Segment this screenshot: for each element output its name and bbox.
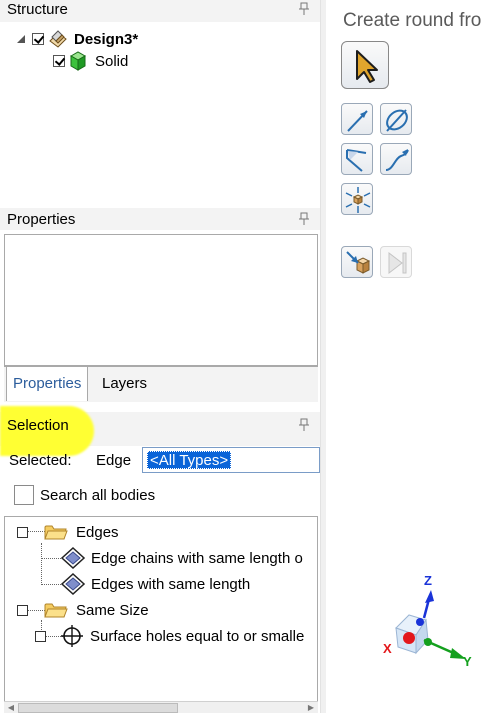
selection-panel-title: Selection xyxy=(7,417,69,434)
y-axis-label: Y xyxy=(463,654,472,669)
tab-properties[interactable]: Properties xyxy=(6,367,89,401)
structure-panel-header: Structure xyxy=(0,0,320,22)
design-visibility-checkbox[interactable] xyxy=(32,33,44,45)
list-item-label: Edges xyxy=(76,523,119,541)
selected-type-value: Edge xyxy=(96,452,132,469)
z-axis-knob xyxy=(416,618,424,626)
edge-arrow-icon xyxy=(347,110,368,132)
expander-box[interactable] xyxy=(17,526,28,538)
x-axis-label: X xyxy=(383,641,392,656)
tab-layers[interactable]: Layers xyxy=(96,367,153,401)
solid-name-label: Solid xyxy=(95,52,129,70)
tree-connector xyxy=(41,543,42,585)
pin-icon[interactable] xyxy=(298,212,310,226)
properties-tab-strip: Properties Layers xyxy=(4,366,318,402)
list-item[interactable]: Edges with same length xyxy=(61,573,250,595)
design-name-label: Design3* xyxy=(74,30,139,48)
scroll-right-icon[interactable]: ▶ xyxy=(304,702,318,713)
list-item[interactable]: Surface holes equal to or smalle xyxy=(35,625,304,647)
pin-icon[interactable] xyxy=(298,2,310,16)
axis-triad[interactable]: Z X Y xyxy=(376,568,476,672)
tree-connector xyxy=(41,558,63,559)
list-item-label: Same Size xyxy=(76,601,149,619)
search-all-bodies-row[interactable]: Search all bodies xyxy=(14,483,155,507)
arrow-cursor-icon xyxy=(356,50,378,83)
select-edge-tool-button[interactable] xyxy=(341,103,373,135)
y-axis-knob xyxy=(424,638,432,646)
diamond-selection-icon xyxy=(61,547,85,569)
select-tool-button[interactable] xyxy=(341,41,389,89)
properties-panel-title: Properties xyxy=(7,211,76,228)
solid-visibility-checkbox[interactable] xyxy=(53,55,65,67)
properties-panel-header: Properties xyxy=(0,208,320,230)
diamond-selection-icon xyxy=(61,573,85,595)
select-loop-tool-button[interactable] xyxy=(380,103,412,135)
list-item-label: Edge chains with same length o xyxy=(91,549,303,567)
z-axis-arrow-icon xyxy=(425,590,434,603)
select-body-tool-button[interactable] xyxy=(341,246,373,278)
tree-item-design3[interactable]: Design3* xyxy=(16,29,138,49)
selection-results-list: Edges Edge chains with same length o Edg… xyxy=(4,516,318,713)
pin-icon[interactable] xyxy=(298,418,310,432)
scrollbar-thumb[interactable] xyxy=(18,703,178,713)
z-axis-label: Z xyxy=(424,573,432,588)
complete-button[interactable] xyxy=(380,246,412,278)
selection-type-filter[interactable]: <All Types> xyxy=(142,447,320,473)
collapse-triangle-icon[interactable] xyxy=(16,34,26,44)
x-axis-dot xyxy=(403,632,415,644)
folder-icon xyxy=(44,525,68,540)
search-all-bodies-label: Search all bodies xyxy=(40,486,156,504)
structure-panel-title: Structure xyxy=(7,1,68,18)
list-item[interactable]: Edges xyxy=(17,521,119,543)
next-step-icon xyxy=(388,251,407,275)
select-chain-tool-button[interactable] xyxy=(341,143,373,175)
search-all-bodies-checkbox[interactable] xyxy=(14,485,34,505)
horizontal-scrollbar[interactable]: ◀ ▶ xyxy=(4,701,318,713)
panel-splitter[interactable] xyxy=(320,0,326,713)
loop-icon xyxy=(386,109,408,132)
expander-box[interactable] xyxy=(35,630,46,642)
list-item-label: Edges with same length xyxy=(91,575,251,593)
selected-label: Selected: xyxy=(9,452,72,469)
tree-connector xyxy=(41,584,63,585)
explode-cube-icon xyxy=(345,187,371,213)
list-item[interactable]: Same Size xyxy=(17,599,149,621)
body-arrow-icon xyxy=(346,251,371,274)
selection-type-filter-value: <All Types> xyxy=(147,451,232,469)
select-tangent-tool-button[interactable] xyxy=(380,143,412,175)
select-vertex-tool-button[interactable] xyxy=(341,183,373,215)
left-panel-column: Structure Design3* Solid Properties Prop… xyxy=(0,0,320,713)
folder-icon xyxy=(44,603,68,618)
list-item-label: Surface holes equal to or smalle xyxy=(90,627,305,645)
list-item[interactable]: Edge chains with same length o xyxy=(61,547,303,569)
tangent-curve-icon xyxy=(385,149,409,171)
tree-item-solid[interactable]: Solid xyxy=(53,51,128,71)
tool-guide-title: Create round fro xyxy=(343,10,482,31)
crosshair-hole-icon xyxy=(61,625,83,647)
chain-edge-icon xyxy=(346,149,367,172)
design-icon xyxy=(49,30,67,48)
solid-body-icon xyxy=(69,51,87,71)
scroll-left-icon[interactable]: ◀ xyxy=(4,702,18,713)
expander-box[interactable] xyxy=(17,604,28,616)
properties-grid xyxy=(4,234,318,366)
